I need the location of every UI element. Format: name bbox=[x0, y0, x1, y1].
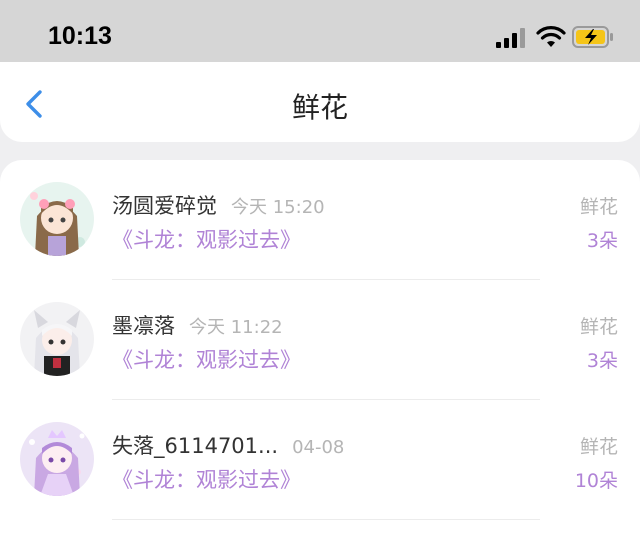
avatar-image bbox=[20, 422, 94, 496]
user-name-text: 汤圆爱碎觉 bbox=[112, 194, 217, 218]
user-name: 汤圆爱碎觉 今天 15:20 bbox=[112, 190, 325, 220]
list-item[interactable]: 失落_6114701... 04-08 《斗龙：观影过去》 鲜花 10朵 bbox=[0, 400, 640, 520]
avatar-image bbox=[20, 182, 94, 256]
user-name-text: 失落_6114701... bbox=[112, 434, 279, 458]
gift-count: 10朵 bbox=[574, 470, 618, 492]
gift-type: 鲜花 bbox=[579, 436, 618, 458]
divider bbox=[112, 519, 540, 520]
wifi-icon bbox=[536, 26, 566, 47]
status-bar: 10:13 bbox=[0, 0, 640, 62]
avatar[interactable] bbox=[20, 182, 94, 256]
avatar[interactable] bbox=[20, 302, 94, 376]
status-time: 10:13 bbox=[48, 22, 112, 50]
book-title[interactable]: 《斗龙：观影过去》 bbox=[112, 464, 301, 494]
gift-count: 3朵 bbox=[586, 230, 618, 252]
page-title: 鲜花 bbox=[291, 91, 348, 124]
signal-icon bbox=[496, 28, 525, 48]
gift-list: 汤圆爱碎觉 今天 15:20 《斗龙：观影过去》 鲜花 3朵 墨凛落 今天 11:2… bbox=[0, 160, 640, 540]
avatar-image bbox=[20, 302, 94, 376]
item-time: 今天 11:22 bbox=[189, 317, 283, 338]
list-item[interactable]: 汤圆爱碎觉 今天 15:20 《斗龙：观影过去》 鲜花 3朵 bbox=[0, 160, 640, 280]
item-time: 今天 15:20 bbox=[231, 197, 325, 218]
user-name: 墨凛落 今天 11:22 bbox=[112, 310, 283, 340]
user-name-text: 墨凛落 bbox=[112, 314, 175, 338]
user-name: 失落_6114701... 04-08 bbox=[112, 430, 344, 460]
book-title[interactable]: 《斗龙：观影过去》 bbox=[112, 224, 301, 254]
gift-count: 3朵 bbox=[586, 350, 618, 372]
nav-bar: 鲜花 bbox=[0, 62, 640, 142]
list-item[interactable]: 墨凛落 今天 11:22 《斗龙：观影过去》 鲜花 3朵 bbox=[0, 280, 640, 400]
gift-type: 鲜花 bbox=[579, 196, 618, 218]
item-time: 04-08 bbox=[292, 437, 345, 458]
gift-type: 鲜花 bbox=[579, 316, 618, 338]
battery-charging-icon bbox=[572, 26, 613, 48]
avatar[interactable] bbox=[20, 422, 94, 496]
book-title[interactable]: 《斗龙：观影过去》 bbox=[112, 344, 301, 374]
